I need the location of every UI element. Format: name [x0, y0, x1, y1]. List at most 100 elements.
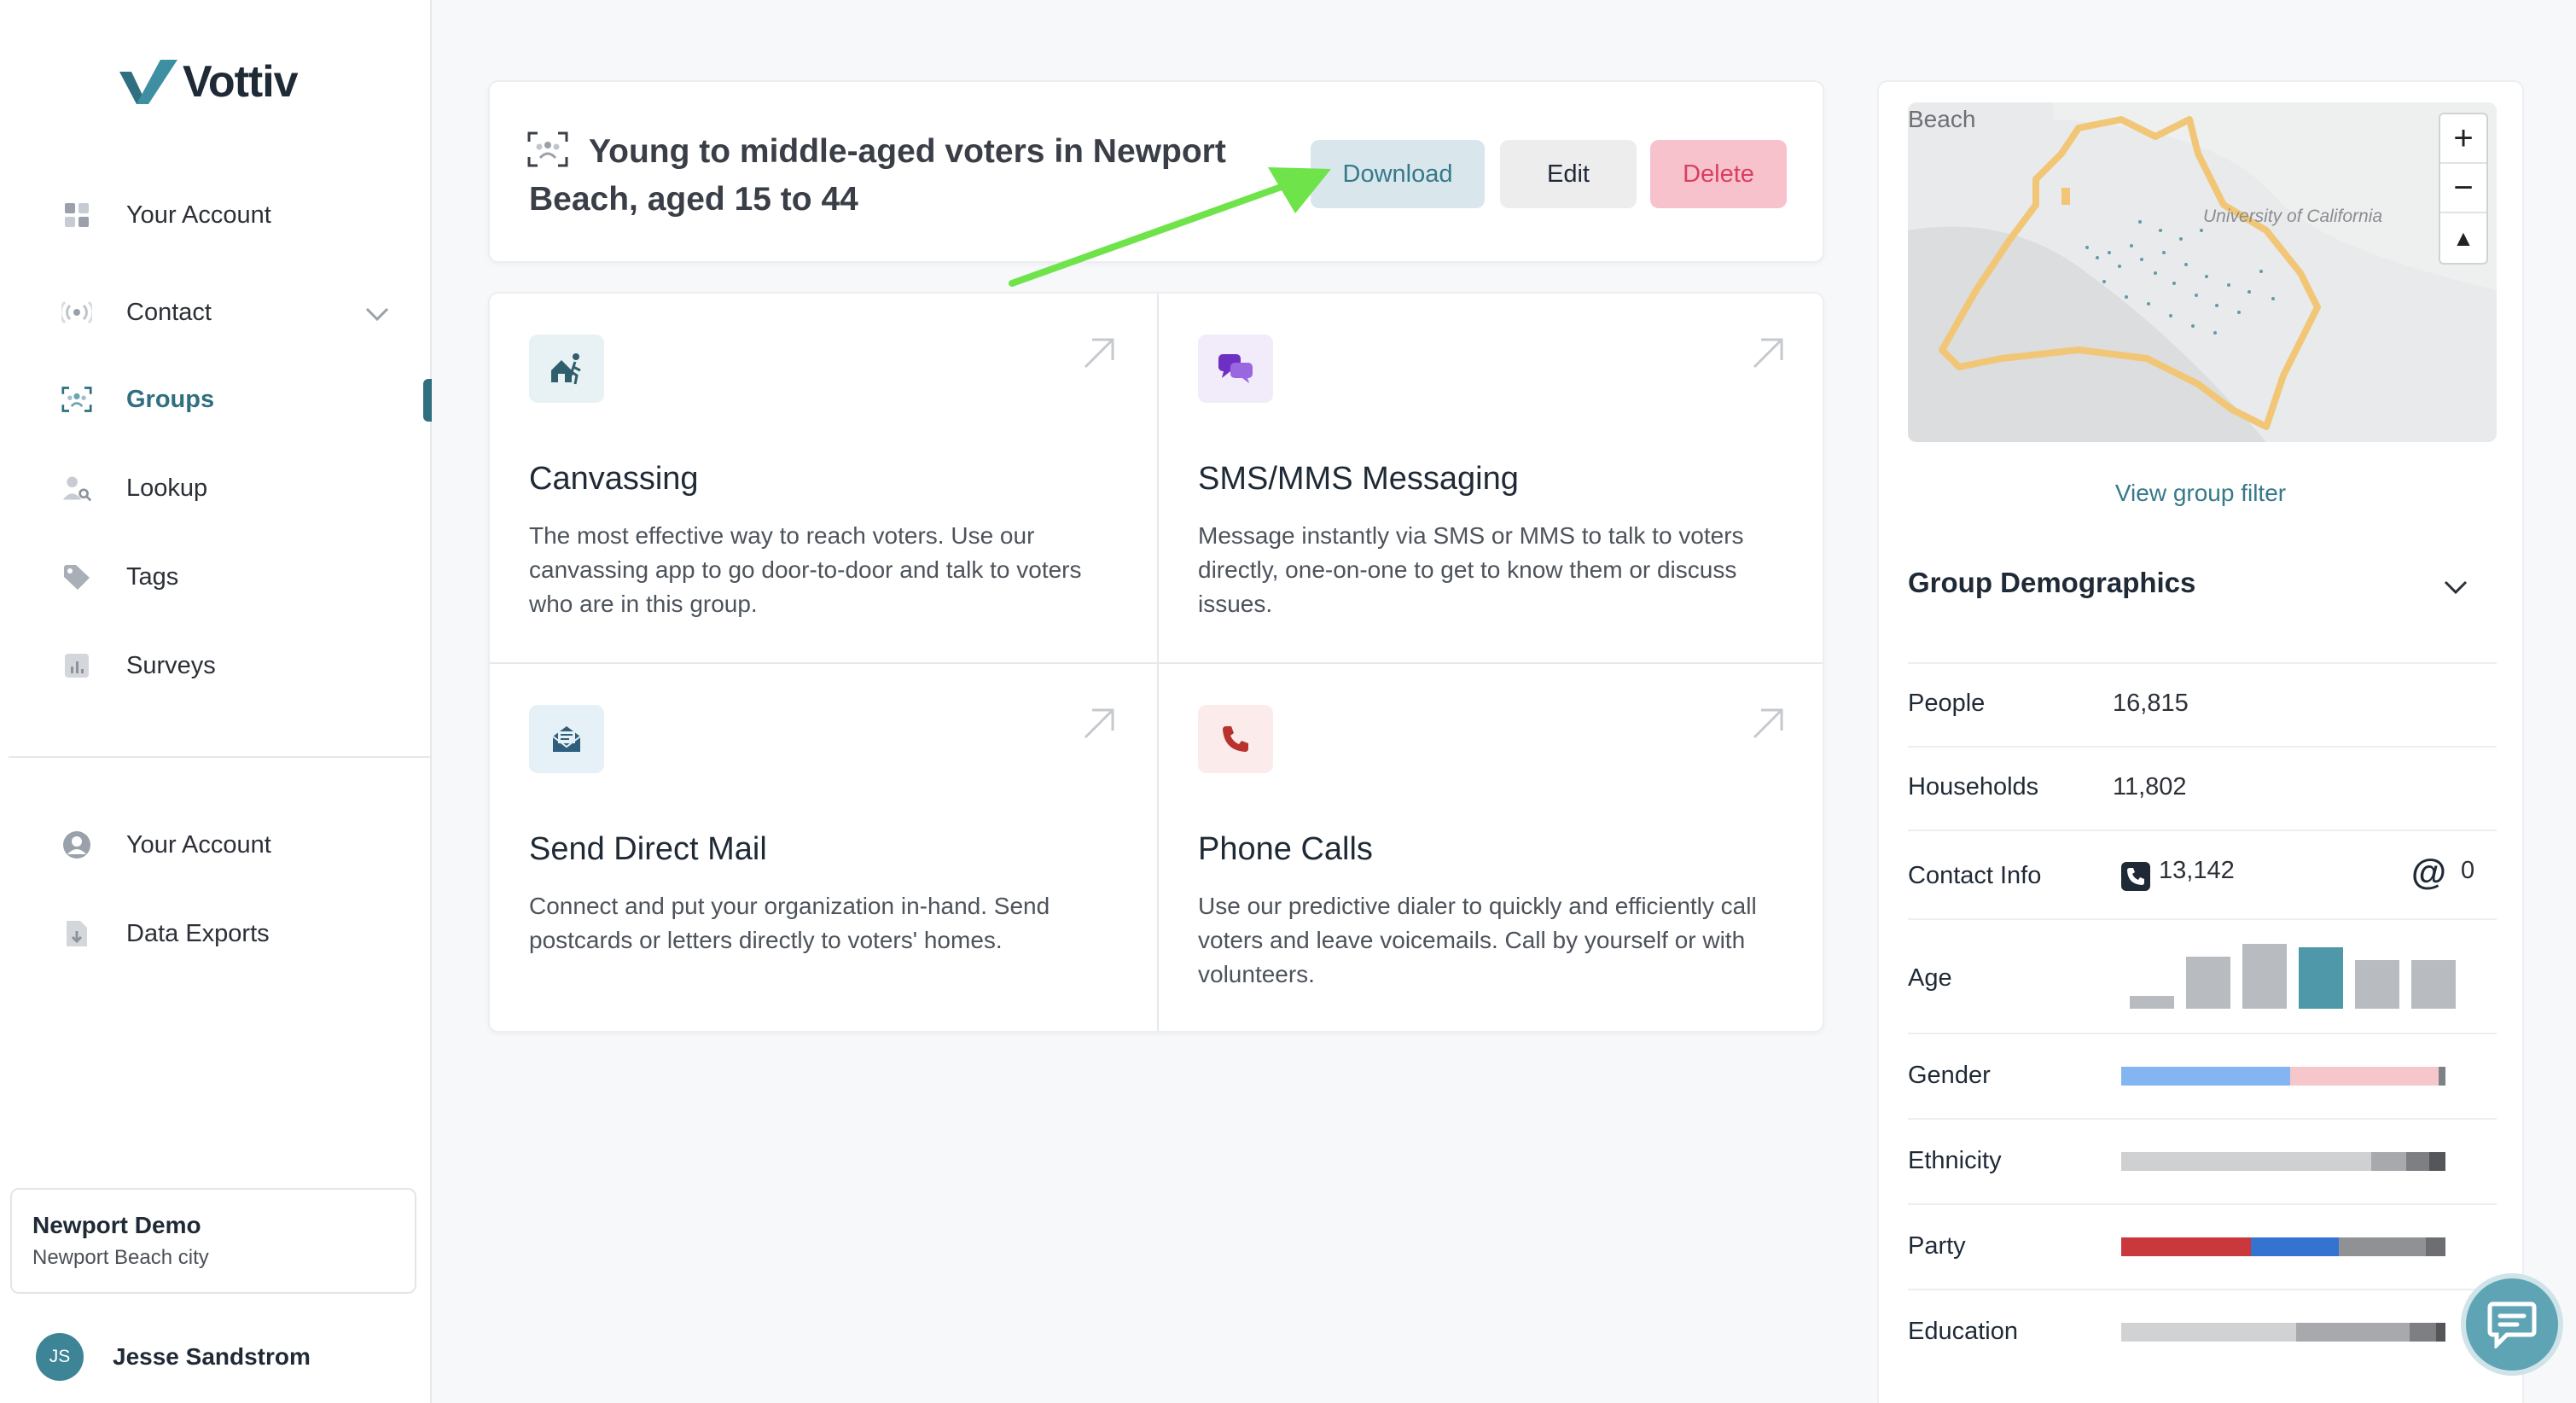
ethnicity-segment — [2370, 1152, 2407, 1171]
support-chat-button[interactable] — [2461, 1273, 2563, 1376]
sidebar-item-label: Contact — [126, 298, 212, 326]
zoom-out-button[interactable]: − — [2440, 164, 2486, 213]
tile-description: Message instantly via SMS or MMS to talk… — [1198, 522, 1744, 617]
org-name: Newport Demo — [32, 1212, 201, 1238]
demo-value: 16,815 — [2113, 690, 2189, 717]
email-at-icon: @ — [2411, 852, 2446, 892]
demo-row-education: Education — [1908, 1289, 2497, 1374]
email-count: 0 — [2461, 857, 2475, 884]
mail-icon — [529, 705, 604, 773]
party-segment — [2338, 1237, 2427, 1256]
education-segment — [2435, 1323, 2445, 1342]
demographics-title: Group Demographics — [1908, 567, 2196, 598]
age-bar — [2299, 947, 2343, 1009]
view-group-filter-link[interactable]: View group filter — [1879, 480, 2522, 507]
sidebar-item-label: Your Account — [126, 830, 271, 859]
group-details-panel: Beach University of California + − ▲ Vie… — [1877, 80, 2524, 1403]
arrow-up-right-icon — [1084, 338, 1114, 369]
map-coverage-shape — [1908, 102, 2497, 442]
sidebar-item-label: Lookup — [126, 474, 208, 502]
sidebar-item-tags[interactable]: Tags — [61, 551, 178, 603]
map-place-label: University of California — [2203, 207, 2383, 226]
age-bar — [2130, 996, 2174, 1009]
org-subtitle: Newport Beach city — [32, 1246, 209, 1269]
demo-row-households: Households 11,802 — [1908, 746, 2497, 830]
edit-button[interactable]: Edit — [1500, 140, 1637, 208]
ethnicity-segment — [2406, 1152, 2429, 1171]
sidebar-item-label: Surveys — [126, 651, 216, 679]
ethnicity-segment — [2121, 1152, 2371, 1171]
person-search-icon — [61, 473, 92, 504]
education-segment — [2296, 1323, 2410, 1342]
age-bar — [2411, 960, 2456, 1009]
sidebar-item-data-exports[interactable]: Data Exports — [61, 908, 270, 959]
group-icon — [61, 384, 92, 415]
chart-icon — [61, 650, 92, 681]
sidebar-item-your-account[interactable]: Your Account — [61, 189, 271, 241]
avatar: JS — [36, 1333, 84, 1381]
phone-count: 13,142 — [2159, 857, 2235, 884]
demo-label: Ethnicity — [1908, 1147, 2002, 1174]
demo-value: 11,802 — [2113, 773, 2187, 800]
age-bar — [2186, 957, 2230, 1009]
user-profile[interactable]: JS Jesse Sandstrom — [36, 1333, 311, 1381]
demo-label: Party — [1908, 1232, 1966, 1260]
broadcast-icon — [61, 297, 92, 328]
sidebar-item-label: Data Exports — [126, 919, 270, 947]
tile-description: The most effective way to reach voters. … — [529, 522, 1082, 617]
brand-logo[interactable]: Vottiv — [118, 56, 299, 108]
demo-label: Age — [1908, 964, 1952, 992]
chevron-down-icon[interactable] — [2439, 570, 2473, 604]
demo-row-people: People 16,815 — [1908, 662, 2497, 746]
demo-label: Gender — [1908, 1062, 1991, 1089]
demo-row-age: Age — [1908, 918, 2497, 1033]
outreach-actions-grid: Canvassing The most effective way to rea… — [488, 292, 1824, 1033]
sidebar-item-account-settings[interactable]: Your Account — [61, 819, 271, 870]
zoom-in-button[interactable]: + — [2440, 114, 2486, 164]
action-tile-sms[interactable]: SMS/MMS Messaging Message instantly via … — [1159, 294, 1826, 662]
sidebar-divider — [9, 756, 432, 758]
action-tile-canvassing[interactable]: Canvassing The most effective way to rea… — [490, 294, 1157, 662]
sidebar-item-lookup[interactable]: Lookup — [61, 463, 207, 514]
demo-label: People — [1908, 690, 1986, 717]
sidebar-item-label: Groups — [126, 385, 215, 413]
map-zoom-controls: + − ▲ — [2439, 113, 2488, 265]
ethnicity-segment — [2428, 1152, 2445, 1171]
chevron-down-icon[interactable] — [362, 299, 393, 329]
action-tile-direct-mail[interactable]: Send Direct Mail Connect and put your or… — [490, 664, 1157, 1033]
active-indicator — [423, 379, 432, 422]
tile-description: Use our predictive dialer to quickly and… — [1198, 893, 1757, 987]
vottiv-logo-icon — [119, 60, 177, 104]
compass-reset-button[interactable]: ▲ — [2440, 213, 2486, 263]
age-bar — [2242, 944, 2287, 1009]
gender-segment — [2121, 1067, 2290, 1086]
delete-button[interactable]: Delete — [1650, 140, 1787, 208]
chat-icon — [2487, 1301, 2537, 1348]
demo-row-party: Party — [1908, 1203, 2497, 1289]
chat-bubbles-icon — [1198, 335, 1273, 403]
arrow-up-right-icon — [1084, 708, 1114, 739]
sidebar-item-groups[interactable]: Groups — [61, 374, 214, 425]
arrow-up-right-icon — [1753, 708, 1783, 739]
sidebar-item-surveys[interactable]: Surveys — [61, 640, 216, 691]
action-tile-phone-calls[interactable]: Phone Calls Use our predictive dialer to… — [1159, 664, 1826, 1033]
sidebar-item-contact[interactable]: Contact — [61, 287, 212, 338]
user-name: Jesse Sandstrom — [113, 1343, 311, 1370]
sidebar-item-label: Tags — [126, 562, 179, 591]
user-circle-icon — [61, 830, 92, 860]
arrow-up-right-icon — [1753, 338, 1783, 369]
party-segment — [2426, 1237, 2445, 1256]
demo-row-gender: Gender — [1908, 1033, 2497, 1118]
demo-label: Education — [1908, 1318, 2018, 1345]
tag-icon — [61, 562, 92, 592]
brand-name: Vottiv — [183, 57, 299, 107]
group-map[interactable]: Beach University of California + − ▲ — [1908, 102, 2497, 442]
annotation-arrow-icon — [1009, 167, 1331, 287]
party-segment — [2251, 1237, 2339, 1256]
tile-title: SMS/MMS Messaging — [1198, 461, 1519, 497]
tile-title: Canvassing — [529, 461, 699, 497]
demo-row-contact-info: Contact Info 13,142 @ 0 — [1908, 830, 2497, 918]
walk-house-icon — [529, 335, 604, 403]
organization-card[interactable]: Newport Demo Newport Beach city — [10, 1188, 416, 1294]
education-distribution-bar — [2121, 1323, 2445, 1342]
